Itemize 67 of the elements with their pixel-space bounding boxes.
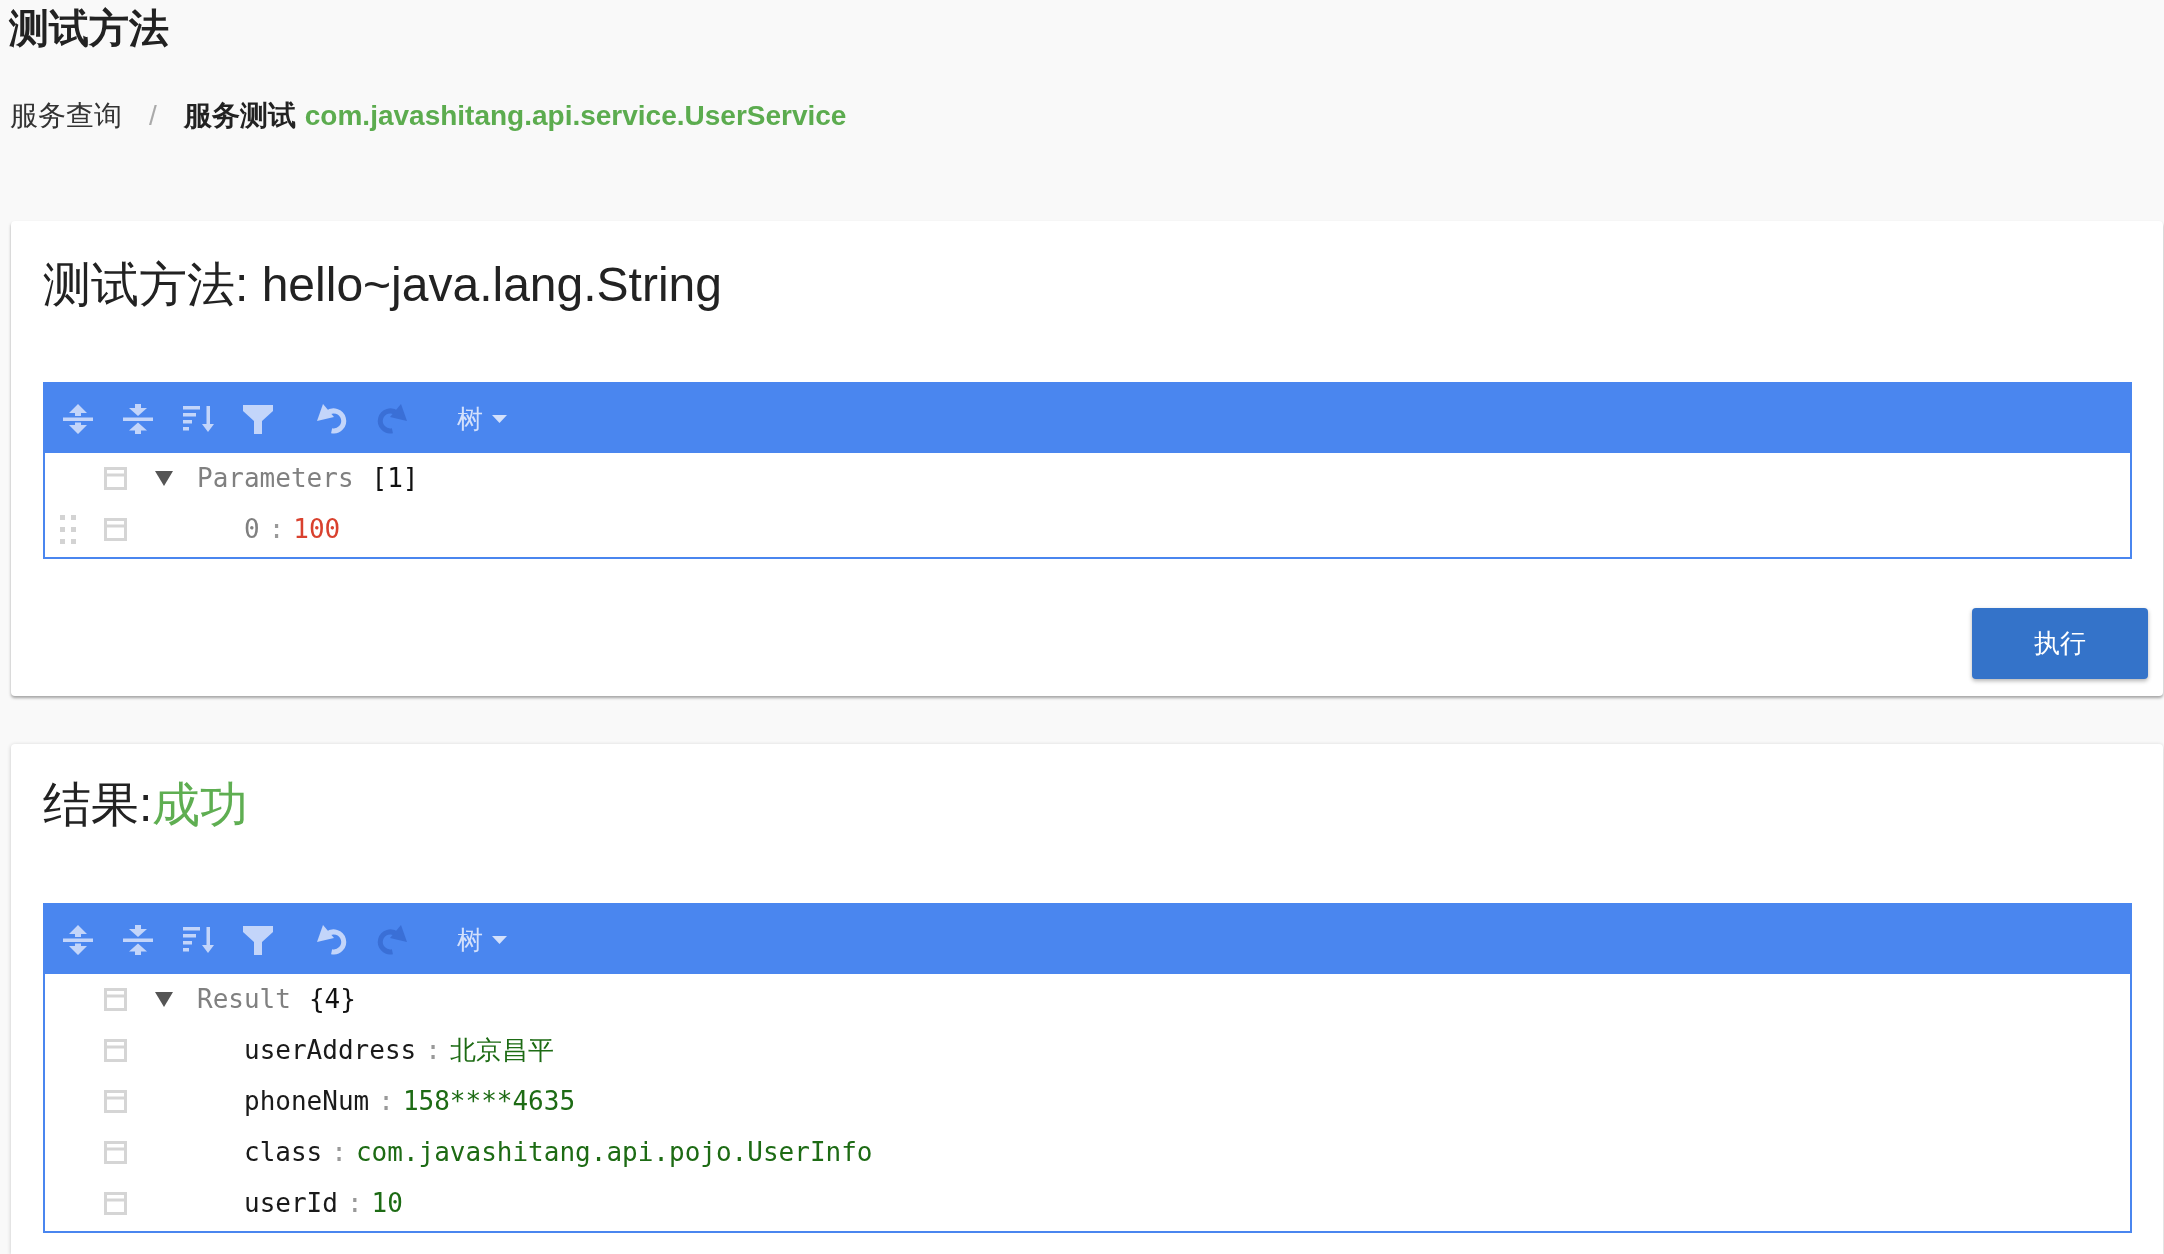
caret-down-icon[interactable] bbox=[155, 471, 173, 486]
caret-down-icon bbox=[492, 414, 507, 423]
service-name: com.javashitang.api.service.UserService bbox=[304, 99, 847, 133]
caret-down-icon bbox=[492, 935, 507, 944]
item-count: [1] bbox=[371, 462, 419, 495]
caret-down-icon[interactable] bbox=[155, 992, 173, 1007]
expand-all-button[interactable] bbox=[62, 923, 94, 956]
field-name: Result bbox=[197, 983, 291, 1016]
page-title: 测试方法 bbox=[9, 5, 169, 52]
field-name: 0 bbox=[244, 513, 260, 546]
filter-button[interactable] bbox=[242, 402, 274, 435]
field-value: 158****4635 bbox=[402, 1085, 576, 1118]
field-name: Parameters bbox=[197, 462, 354, 495]
context-menu-button[interactable] bbox=[104, 988, 127, 1011]
expand-icon bbox=[62, 402, 94, 435]
undo-icon bbox=[316, 923, 348, 956]
key-value-separator: : bbox=[378, 1085, 394, 1118]
breadcrumb-link[interactable]: 服务查询 bbox=[10, 95, 122, 137]
square-icon bbox=[104, 1039, 127, 1062]
context-menu-button[interactable] bbox=[104, 1192, 127, 1215]
field-value: 北京昌平 bbox=[449, 1034, 554, 1067]
collapse-all-button[interactable] bbox=[122, 923, 154, 956]
field-name: userAddress bbox=[244, 1034, 417, 1067]
square-icon bbox=[104, 1192, 127, 1215]
field-value: com.javashitang.api.pojo.UserInfo bbox=[355, 1136, 873, 1169]
field-value: 100 bbox=[293, 513, 341, 546]
expand-icon bbox=[62, 923, 94, 956]
field-value: 10 bbox=[371, 1187, 403, 1220]
funnel-icon bbox=[242, 923, 274, 956]
redo-icon bbox=[376, 402, 408, 435]
context-menu-button[interactable] bbox=[104, 467, 127, 490]
undo-button[interactable] bbox=[316, 402, 348, 435]
funnel-icon bbox=[242, 402, 274, 435]
breadcrumb-current: 服务测试 bbox=[183, 99, 296, 133]
square-icon bbox=[104, 988, 127, 1011]
square-icon bbox=[104, 1090, 127, 1113]
execute-button[interactable]: 执行 bbox=[1972, 608, 2148, 679]
result-status: 成功 bbox=[152, 777, 249, 833]
square-icon bbox=[104, 1141, 127, 1164]
collapse-icon bbox=[122, 402, 154, 435]
field-name: userId bbox=[244, 1187, 338, 1220]
key-value-separator: : bbox=[268, 513, 285, 546]
mode-dropdown[interactable]: 树 bbox=[457, 402, 507, 435]
card-title: 测试方法: hello~java.lang.String bbox=[43, 257, 722, 313]
context-menu-button[interactable] bbox=[104, 1039, 127, 1062]
square-icon bbox=[104, 518, 127, 541]
mode-dropdown[interactable]: 树 bbox=[457, 923, 507, 956]
key-value-separator: : bbox=[346, 1187, 363, 1220]
context-menu-button[interactable] bbox=[104, 518, 127, 541]
result-title: 结果: bbox=[43, 777, 153, 833]
context-menu-button[interactable] bbox=[104, 1141, 127, 1164]
collapse-all-button[interactable] bbox=[122, 402, 154, 435]
key-value-separator: : bbox=[331, 1136, 347, 1169]
undo-button[interactable] bbox=[316, 923, 348, 956]
field-name: class bbox=[244, 1136, 323, 1169]
drag-handle-icon[interactable] bbox=[60, 515, 76, 544]
key-value-separator: : bbox=[425, 1034, 441, 1067]
breadcrumb-separator: / bbox=[149, 99, 157, 133]
context-menu-button[interactable] bbox=[104, 1090, 127, 1113]
field-name: phoneNum bbox=[244, 1085, 370, 1118]
filter-button[interactable] bbox=[242, 923, 274, 956]
undo-icon bbox=[316, 402, 348, 435]
square-icon bbox=[104, 467, 127, 490]
collapse-icon bbox=[122, 923, 154, 956]
expand-all-button[interactable] bbox=[62, 402, 94, 435]
item-count: {4} bbox=[308, 983, 356, 1016]
redo-icon bbox=[376, 923, 408, 956]
